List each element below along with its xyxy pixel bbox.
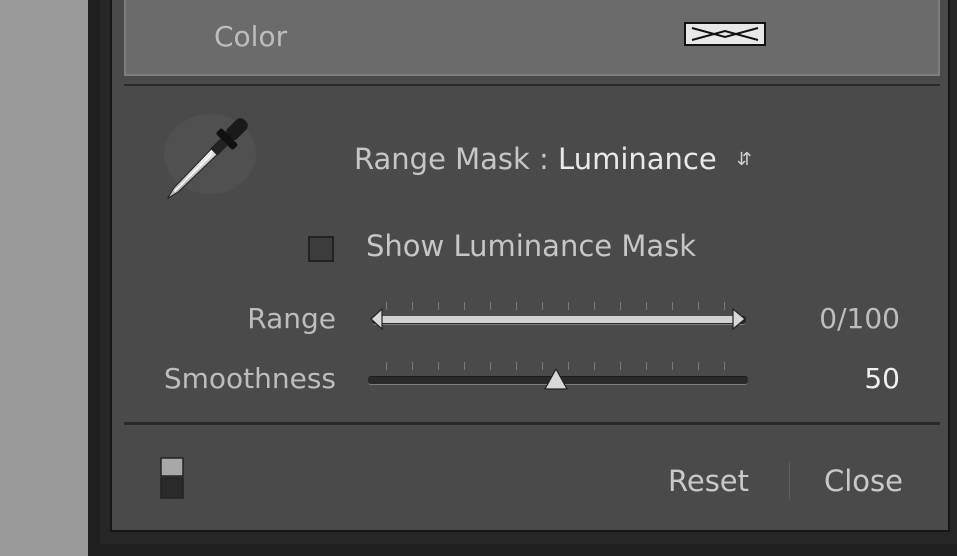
color-label: Color: [214, 20, 288, 53]
footer-divider: [124, 422, 940, 425]
show-luminance-mask-checkbox[interactable]: [308, 236, 334, 262]
section-divider: [124, 84, 940, 86]
range-value[interactable]: 0/100: [780, 302, 900, 335]
up-down-spinner-icon: ⇵: [736, 149, 752, 170]
range-ticks: [386, 302, 738, 310]
range-mask-panel: [110, 0, 950, 532]
show-luminance-mask-label: Show Luminance Mask: [366, 229, 697, 263]
close-button[interactable]: Close: [824, 464, 903, 498]
range-mask-prefix: Range Mask :: [354, 142, 559, 176]
left-gutter: [0, 0, 88, 556]
panel-toggle-icon[interactable]: [160, 457, 184, 499]
range-label: Range: [247, 302, 336, 335]
eyedropper-icon[interactable]: [150, 106, 260, 216]
color-swatch-none[interactable]: [684, 22, 766, 46]
range-high-handle[interactable]: [728, 306, 748, 332]
range-mask-selector[interactable]: Range Mask : Luminance ⇵: [354, 142, 752, 176]
smoothness-value[interactable]: 50: [780, 362, 900, 395]
range-slider-fill: [380, 316, 736, 323]
button-separator: [789, 462, 790, 500]
color-range-row[interactable]: Color: [124, 0, 940, 76]
no-color-x-icon: [691, 27, 759, 41]
smoothness-handle[interactable]: [542, 367, 570, 395]
smoothness-label: Smoothness: [163, 362, 336, 395]
range-mask-value: Luminance: [558, 142, 717, 176]
range-low-handle[interactable]: [368, 306, 386, 332]
reset-button[interactable]: Reset: [668, 464, 749, 498]
